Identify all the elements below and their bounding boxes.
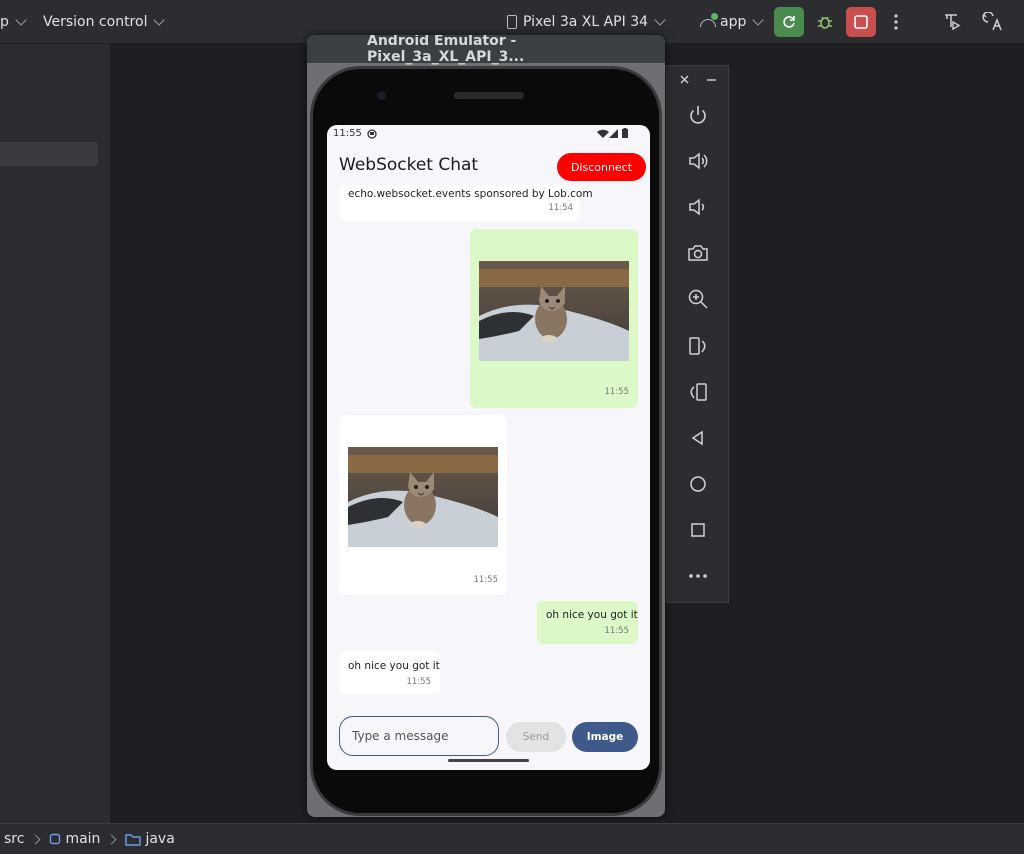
message-text: oh nice you got it — [546, 609, 638, 621]
chevron-right-icon — [31, 834, 41, 844]
screenshot-button[interactable] — [684, 239, 712, 267]
battery-icon — [622, 128, 628, 138]
bug-icon — [818, 16, 832, 29]
message-bubble-outgoing: oh nice you got it 11:55 — [537, 601, 638, 644]
chevron-down-icon — [752, 13, 765, 26]
cat-photo[interactable] — [479, 261, 629, 361]
breadcrumb-src[interactable]: src — [4, 831, 24, 847]
device-screen: 11:55 WebSocket Chat Disconnect echo.web… — [327, 125, 650, 770]
emulator-title: Android Emulator - Pixel_3a_XL_API_3... — [307, 35, 665, 65]
more-button[interactable] — [684, 562, 712, 590]
more-actions-button[interactable] — [881, 7, 911, 37]
zoom-icon — [688, 289, 708, 309]
message-input[interactable]: Type a message — [339, 716, 499, 756]
more-vertical-icon — [894, 14, 898, 30]
rotate-left-icon — [689, 337, 706, 355]
rerun-button[interactable] — [774, 7, 804, 37]
run-config-selector[interactable]: app — [700, 0, 765, 43]
rerun-icon — [783, 16, 795, 28]
project-panel — [0, 44, 111, 823]
module-icon — [50, 833, 61, 845]
volume-down-icon — [689, 198, 705, 216]
camera-icon — [688, 245, 708, 261]
project-name: p — [0, 13, 9, 30]
message-text: echo.websocket.events sponsored by Lob.c… — [348, 188, 593, 200]
breadcrumb: src main java — [0, 823, 1024, 854]
chevron-down-icon — [15, 13, 27, 26]
message-time: 11:54 — [548, 203, 574, 213]
zoom-button[interactable] — [684, 285, 712, 313]
gesture-bar[interactable] — [448, 759, 529, 762]
close-icon[interactable] — [680, 75, 689, 84]
front-camera — [377, 91, 386, 100]
code-with-me-button[interactable] — [937, 7, 967, 37]
volume-down-button[interactable] — [684, 193, 712, 221]
message-bubble-outgoing: 11:55 — [470, 229, 638, 408]
home-icon — [690, 476, 706, 492]
home-button[interactable] — [684, 470, 712, 498]
vcs-menu[interactable]: Version control — [43, 0, 166, 43]
device-label: Pixel 3a XL API 34 — [523, 13, 649, 30]
send-button[interactable]: Send — [506, 722, 566, 752]
emulator-window: Android Emulator - Pixel_3a_XL_API_3... … — [307, 35, 665, 817]
volume-up-icon — [689, 152, 708, 170]
notification-icon — [367, 129, 377, 139]
back-button[interactable] — [684, 424, 712, 452]
overview-button[interactable] — [684, 516, 712, 544]
emulator-side-toolbar — [666, 65, 729, 603]
stop-icon — [854, 15, 868, 29]
chevron-right-icon — [106, 834, 117, 844]
rotate-right-button[interactable] — [684, 378, 712, 406]
cat-image — [348, 447, 498, 547]
message-bubble-incoming: 11:55 — [339, 415, 507, 595]
power-button[interactable] — [684, 101, 712, 129]
project-selector[interactable]: p — [0, 0, 27, 43]
image-button[interactable]: Image — [572, 722, 638, 752]
message-time: 11:55 — [473, 575, 499, 585]
android-icon — [700, 12, 718, 28]
phone-icon — [507, 14, 517, 29]
breadcrumb-java[interactable]: java — [145, 831, 174, 847]
chevron-down-icon — [153, 13, 166, 26]
disconnect-button[interactable]: Disconnect — [557, 153, 646, 181]
rotate-right-icon — [690, 383, 707, 401]
chevron-down-icon — [654, 13, 666, 26]
rotate-left-button[interactable] — [684, 332, 712, 360]
debug-button[interactable] — [810, 7, 840, 37]
cat-photo[interactable] — [348, 447, 498, 547]
back-icon — [691, 430, 703, 446]
stop-button[interactable] — [846, 7, 876, 37]
app-title: WebSocket Chat — [339, 155, 479, 175]
search-text-icon — [982, 12, 1002, 31]
speaker-grille — [454, 92, 524, 99]
message-time: 11:55 — [604, 626, 630, 636]
breadcrumb-main[interactable]: main — [65, 831, 100, 847]
minimize-icon[interactable] — [707, 79, 716, 81]
translate-button[interactable] — [978, 7, 1008, 37]
power-icon — [690, 106, 706, 124]
folder-icon — [125, 833, 142, 846]
status-time: 11:55 — [333, 128, 362, 139]
run-config-label: app — [720, 13, 747, 30]
presentation-icon — [945, 14, 961, 31]
signal-icon — [609, 129, 618, 138]
cat-image — [479, 261, 629, 361]
more-icon — [689, 574, 707, 578]
message-text: oh nice you got it — [348, 660, 440, 672]
message-bubble-incoming: oh nice you got it 11:55 — [339, 651, 440, 694]
overview-icon — [691, 523, 705, 537]
message-bubble-incoming: echo.websocket.events sponsored by Lob.c… — [339, 185, 593, 221]
vcs-label: Version control — [43, 13, 148, 30]
volume-up-button[interactable] — [684, 147, 712, 175]
message-time: 11:55 — [604, 387, 630, 397]
message-time: 11:55 — [406, 677, 432, 687]
wifi-icon — [597, 129, 609, 138]
device-frame: 11:55 WebSocket Chat Disconnect echo.web… — [310, 66, 662, 816]
selected-tree-item[interactable] — [0, 142, 98, 166]
